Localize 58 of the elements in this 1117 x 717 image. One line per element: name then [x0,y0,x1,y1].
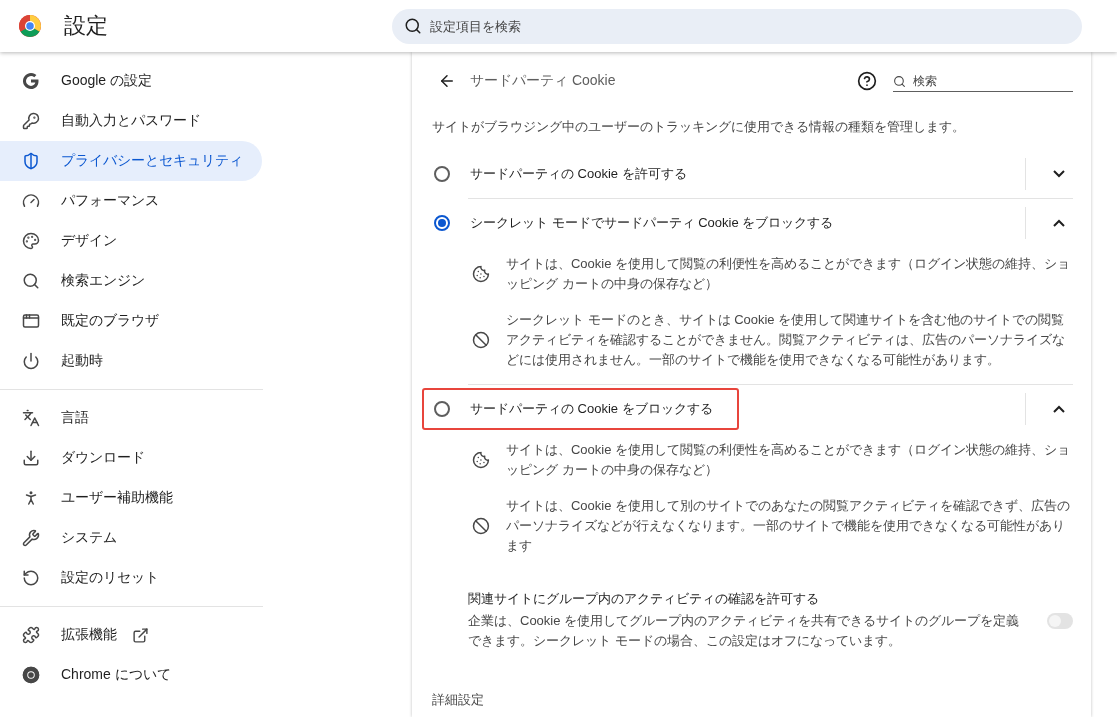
sidebar-item[interactable]: Google の設定 [0,61,262,101]
highlighted-radio-option[interactable]: サードパーティの Cookie をブロックする [422,387,739,430]
chevron-up-icon [1053,404,1065,413]
toggle-title: 関連サイトにグループ内のアクティビティの確認を許可する [468,590,820,608]
shield-icon [22,152,40,170]
detail-text: シークレット モードのとき、サイトは Cookie を使用して関連サイトを含む他のサイトでの閲覧アクティビティを確認することができません。閲覧アクティビティは、広告のパーソナライズなどには使用されません。一部のサイトで機能を使用できなくなる可能性があります。 [505,311,1066,369]
sidebar-item[interactable]: 言語 [0,398,262,438]
chrome-logo-icon [18,14,42,38]
translate-icon [22,409,40,427]
page-title: 設定 [64,12,109,40]
search-icon [22,272,40,290]
advanced-heading: 詳細設定 [432,691,485,709]
sidebar-item[interactable]: デザイン [0,221,262,261]
back-button[interactable] [438,72,456,90]
cookie-icon [472,265,490,283]
detail-text: サイトは、Cookie を使用して別のサイトでのあなたの閲覧アクティビティを確認できず、広告のパーソナライズなどが行えなくなります。一部のサイトで機能を使用できなくなる可能性があります [505,497,1071,555]
sidebar-item[interactable]: パフォーマンス [0,181,262,221]
reset-icon [22,569,40,587]
gauge-icon [22,192,40,210]
sidebar-item[interactable]: 検索エンジン [0,261,262,301]
cookie-icon [472,451,490,469]
section-title: サードパーティ Cookie [470,72,617,90]
radio-option[interactable]: サードパーティの Cookie を許可する [422,153,713,195]
sidebar-item[interactable]: ユーザー補助機能 [0,478,262,518]
search-icon [893,75,906,88]
window-icon [22,312,40,330]
search-icon [404,16,422,35]
help-button[interactable] [857,71,877,91]
wrench-icon [22,529,40,547]
search-field[interactable]: 設定項目を検索 [392,8,1082,44]
detail-text: サイトは、Cookie を使用して閲覧の利便性を高めることができます（ログイン状態の維持、ショッピング カートの中身の保存など） [505,255,1071,293]
power-icon [22,352,40,370]
sidebar-item[interactable]: 設定のリセット [0,558,262,598]
sidebar-item[interactable]: 起動時 [0,341,262,381]
block-icon [472,331,490,349]
sidebar-item[interactable]: ダウンロード [0,438,262,478]
sidebar-item[interactable]: システム [0,518,262,558]
sidebar-item[interactable]: Chrome について [0,655,262,695]
download-icon [22,449,40,467]
chevron-up-icon [1053,218,1065,227]
sidebar-item[interactable]: プライバシーとセキュリティ [0,141,262,181]
chrome-logo-icon [22,666,40,684]
sidebar-item[interactable]: 拡張機能 [0,615,262,655]
toggle-description: 企業は、Cookie を使用してグループ内のアクティビティを共有できるサイトのグループを定義できます。シークレット モードの場合、この設定はオフになっています。 [468,612,1021,650]
palette-icon [22,232,40,250]
puzzle-icon [22,626,40,644]
sidebar-item[interactable]: 既定のブラウザ [0,301,262,341]
radio-button[interactable] [434,166,450,182]
radio-option[interactable]: シークレット モードでサードパーティ Cookie をブロックする [422,201,860,244]
sidebar-item[interactable]: 自動入力とパスワード [0,101,262,141]
section-description: サイトがブラウジング中のユーザーのトラッキングに使用できる情報の種類を管理します。 [432,118,966,136]
radio-button[interactable] [434,214,450,231]
radio-button[interactable] [434,400,450,417]
google-logo-icon [22,72,40,90]
block-icon [472,517,490,535]
key-icon [22,112,40,130]
detail-text: サイトは、Cookie を使用して閲覧の利便性を高めることができます（ログイン状態の維持、ショッピング カートの中身の保存など） [505,441,1071,479]
chevron-down-icon [1053,170,1065,178]
